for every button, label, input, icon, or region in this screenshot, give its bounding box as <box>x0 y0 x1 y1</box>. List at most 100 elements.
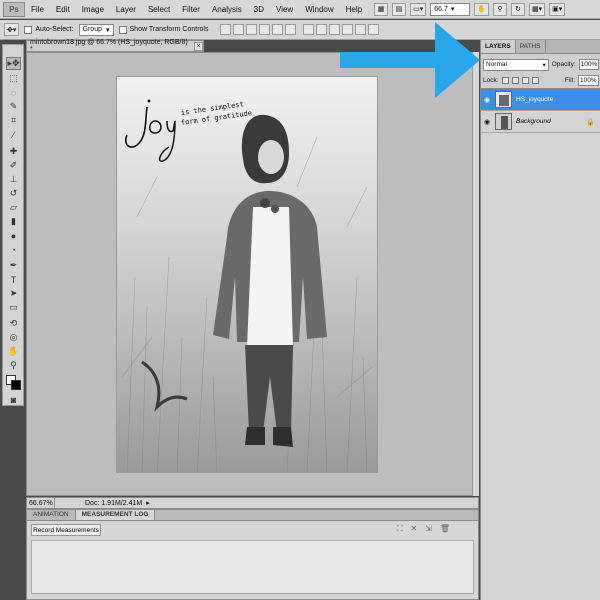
chevron-down-icon: ▾ <box>450 6 455 13</box>
menu-3d[interactable]: 3D <box>248 5 270 14</box>
menu-help[interactable]: Help <box>340 5 368 14</box>
layer-thumbnail <box>495 113 512 130</box>
fill-field[interactable]: 100% <box>578 74 599 86</box>
menu-edit[interactable]: Edit <box>50 5 76 14</box>
distribute-vcenter-icon[interactable] <box>315 24 327 35</box>
hand-tool-icon[interactable]: ✋ <box>6 345 21 358</box>
color-swatches[interactable] <box>6 375 22 391</box>
fill-label: Fill: <box>564 76 575 84</box>
3d-rotate-tool-icon[interactable]: ⟲ <box>6 317 21 330</box>
distribute-top-icon[interactable] <box>302 24 314 35</box>
close-icon[interactable]: × <box>194 41 203 51</box>
menu-layer[interactable]: Layer <box>110 5 142 14</box>
menu-file[interactable]: File <box>25 5 50 14</box>
tab-measurement-log[interactable]: MEASUREMENT LOG <box>75 510 156 520</box>
healing-brush-tool-icon[interactable]: ✚ <box>6 145 21 158</box>
align-vcenter-icon[interactable] <box>232 24 244 35</box>
auto-select-option[interactable]: Auto-Select: <box>24 25 74 34</box>
eye-icon[interactable]: ◉ <box>481 118 493 126</box>
align-hcenter-icon[interactable] <box>271 24 283 35</box>
history-brush-tool-icon[interactable]: ↺ <box>6 187 21 200</box>
lock-position-icon[interactable] <box>521 76 529 84</box>
zoom-tool-icon[interactable]: ⚲ <box>492 2 507 16</box>
opacity-label: Opacity: <box>551 61 576 68</box>
brush-tool-icon[interactable]: ✐ <box>6 159 21 172</box>
delete-measurement-icon[interactable]: ✕ <box>410 524 417 534</box>
blur-tool-icon[interactable]: ● <box>6 229 21 242</box>
gradient-tool-icon[interactable]: ▮ <box>6 215 21 228</box>
layer-name[interactable]: Background <box>516 118 551 125</box>
pen-tool-icon[interactable]: ✒ <box>6 259 21 272</box>
quick-mask-icon[interactable]: ◙ <box>6 393 21 406</box>
trash-icon[interactable]: 🗑 <box>440 524 450 534</box>
marquee-tool-icon[interactable]: ⬚ <box>6 72 21 85</box>
hand-icon[interactable]: ✋ <box>474 2 489 16</box>
lock-all-icon[interactable] <box>531 76 539 84</box>
show-transform-checkbox[interactable] <box>118 25 127 34</box>
status-zoom[interactable]: 66.67% <box>27 498 55 508</box>
document-title: mintobrown18.jpg @ 66.7% (HS_joyquote, R… <box>30 39 188 53</box>
tab-paths[interactable]: PATHS <box>516 40 546 53</box>
path-selection-tool-icon[interactable]: ➤ <box>6 287 21 300</box>
record-measurements-button[interactable]: Record Measurements <box>31 524 101 536</box>
show-transform-option[interactable]: Show Transform Controls <box>118 25 209 34</box>
rotate-view-icon[interactable]: ↻ <box>510 2 525 16</box>
eraser-tool-icon[interactable]: ▱ <box>6 201 21 214</box>
view-extras-icon[interactable]: ▭▾ <box>410 2 427 16</box>
align-top-icon[interactable] <box>219 24 231 35</box>
document-photo: is the simplest form of gratitude <box>116 76 378 473</box>
align-left-icon[interactable] <box>258 24 270 35</box>
vertical-scrollbar[interactable] <box>472 52 479 496</box>
layers-panel: LAYERS PATHS Normal ▾ Opacity: 100% Lock… <box>480 40 600 600</box>
export-icon[interactable]: ⇲ <box>425 524 432 534</box>
tab-layers[interactable]: LAYERS <box>481 40 516 53</box>
bridge-icon[interactable]: ▦ <box>374 2 389 16</box>
chevron-down-icon: ▾ <box>106 26 110 34</box>
align-bottom-icon[interactable] <box>245 24 257 35</box>
mini-bridge-icon[interactable]: ▤ <box>392 2 407 16</box>
bottom-panel: ANIMATION MEASUREMENT LOG Record Measure… <box>26 509 479 600</box>
3d-orbit-tool-icon[interactable]: ◎ <box>6 331 21 344</box>
screen-mode-icon[interactable]: ▣▾ <box>549 2 566 16</box>
lasso-tool-icon[interactable]: ◌ <box>6 86 21 99</box>
opacity-field[interactable]: 100% <box>578 59 599 70</box>
measurement-table[interactable] <box>31 540 474 594</box>
status-menu-arrow-icon[interactable]: ▸ <box>146 499 150 507</box>
layer-row[interactable]: ◉ HS_joyquote <box>481 89 600 111</box>
move-tool-preset-icon[interactable]: ✥▾ <box>4 23 20 36</box>
document-tab[interactable]: mintobrown18.jpg @ 66.7% (HS_joyquote, R… <box>26 39 204 53</box>
shape-tool-icon[interactable]: ▭ <box>6 301 21 314</box>
lock-transparent-icon[interactable] <box>501 76 509 84</box>
menu-image[interactable]: Image <box>76 5 110 14</box>
layer-name[interactable]: HS_joyquote <box>516 96 553 103</box>
fill-value: 100% <box>580 76 597 84</box>
clone-stamp-tool-icon[interactable]: ⊥ <box>6 173 21 186</box>
menu-analysis[interactable]: Analysis <box>206 5 248 14</box>
eyedropper-tool-icon[interactable]: ⁄ <box>6 128 21 141</box>
menu-filter[interactable]: Filter <box>176 5 206 14</box>
zoom-level-field[interactable]: 66.7 ▾ <box>430 2 471 16</box>
eye-icon[interactable]: ◉ <box>481 96 493 104</box>
tab-animation[interactable]: ANIMATION <box>27 510 76 520</box>
move-tool-icon[interactable]: ▸✥ <box>6 57 21 70</box>
dodge-tool-icon[interactable]: ◔ <box>6 243 21 256</box>
blend-mode-dropdown[interactable]: Normal ▾ <box>483 58 549 71</box>
zoom-tool-icon[interactable]: ⚲ <box>6 359 21 372</box>
status-doc-size: Doc: 1.91M/2.41M <box>85 499 143 507</box>
layer-row[interactable]: ◉ Background 🔒 <box>481 111 600 133</box>
auto-select-dropdown[interactable]: Group ▾ <box>78 23 114 36</box>
quick-select-tool-icon[interactable]: ✎ <box>6 100 21 113</box>
auto-select-checkbox[interactable] <box>24 25 33 34</box>
type-tool-icon[interactable]: T <box>6 273 21 286</box>
lock-image-icon[interactable] <box>511 76 519 84</box>
align-right-icon[interactable] <box>284 24 296 35</box>
select-all-icon[interactable]: ⛶ <box>397 524 403 534</box>
crop-tool-icon[interactable]: ⌗ <box>6 114 21 127</box>
menu-window[interactable]: Window <box>299 5 339 14</box>
background-color-swatch[interactable] <box>11 380 21 390</box>
arrange-documents-icon[interactable]: ▦▾ <box>528 2 546 16</box>
distribute-bottom-icon[interactable] <box>328 24 340 35</box>
menu-view[interactable]: View <box>270 5 299 14</box>
menu-select[interactable]: Select <box>142 5 176 14</box>
menu-bar: Ps File Edit Image Layer Select Filter A… <box>0 0 600 19</box>
